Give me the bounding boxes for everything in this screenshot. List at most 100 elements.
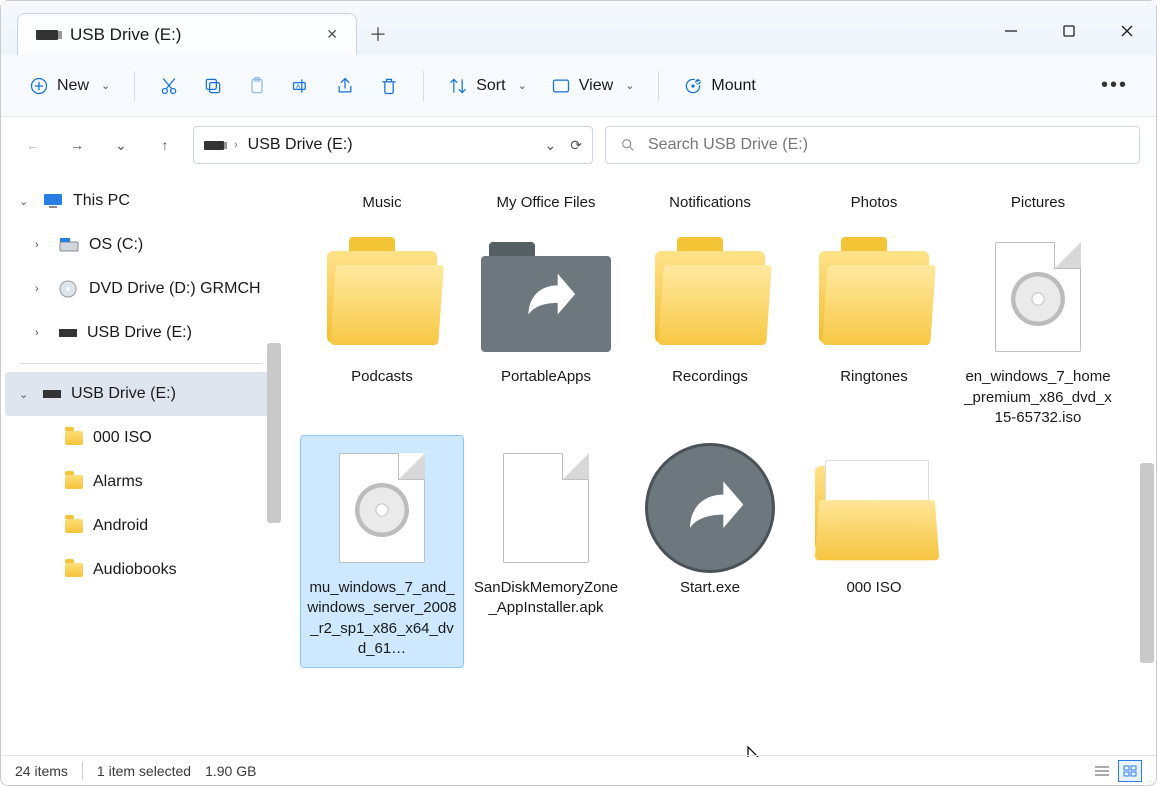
item-label: 000 ISO (846, 578, 901, 598)
tree-alarms[interactable]: Alarms (5, 460, 277, 504)
tree-os-c[interactable]: › OS (C:) (5, 223, 277, 267)
content: Music My Office Files Notifications Phot… (281, 173, 1156, 757)
item-sandisk-apk[interactable]: SanDiskMemoryZone_AppInstaller.apk (465, 436, 627, 667)
folder-icon (65, 519, 83, 533)
tree-audiobooks[interactable]: Audiobooks (5, 548, 277, 592)
rename-button[interactable]: A (281, 66, 321, 106)
tree-label: 000 ISO (93, 429, 152, 447)
more-button[interactable]: ••• (1091, 66, 1138, 106)
minimize-button[interactable] (982, 7, 1040, 55)
sidebar: ⌄ This PC › OS (C:) › DVD Drive (D:) GRM… (1, 173, 281, 757)
drive-icon (59, 237, 79, 253)
item-notifications[interactable]: Notifications (629, 173, 791, 221)
close-button[interactable] (1098, 7, 1156, 55)
tree-label: OS (C:) (89, 236, 143, 254)
new-tab-button[interactable]: ＋ (357, 13, 399, 55)
folder-icon (819, 251, 929, 343)
folder-icon (65, 431, 83, 445)
search-placeholder: Search USB Drive (E:) (648, 136, 808, 154)
close-tab-icon[interactable]: ✕ (326, 26, 338, 43)
item-000iso-folder[interactable]: 000 ISO (793, 436, 955, 667)
usb-icon (43, 390, 61, 398)
item-label: Music (362, 193, 401, 213)
sort-label: Sort (476, 77, 505, 95)
chevron-down-icon: ⌄ (19, 388, 33, 401)
chevron-down-icon: ⌄ (625, 79, 634, 92)
tree-android[interactable]: Android (5, 504, 277, 548)
item-podcasts[interactable]: Podcasts (301, 225, 463, 436)
item-mu-windows-iso[interactable]: mu_windows_7_and_windows_server_2008_r2_… (301, 436, 463, 667)
sidebar-scrollbar[interactable] (267, 343, 281, 523)
tree-label: Android (93, 517, 148, 535)
cut-button[interactable] (149, 66, 189, 106)
tree-label: USB Drive (E:) (87, 324, 192, 342)
titlebar: USB Drive (E:) ✕ ＋ (1, 1, 1156, 55)
new-button[interactable]: New ⌄ (19, 66, 120, 106)
search-icon (620, 137, 636, 153)
chevron-right-icon: › (35, 239, 49, 251)
tree-this-pc[interactable]: ⌄ This PC (5, 179, 277, 223)
chevron-down-icon: ⌄ (101, 79, 110, 92)
item-pictures[interactable]: Pictures (957, 173, 1119, 221)
maximize-button[interactable] (1040, 7, 1098, 55)
folder-icon (327, 251, 437, 343)
item-recordings[interactable]: Recordings (629, 225, 791, 436)
separator (134, 71, 135, 101)
item-ringtones[interactable]: Ringtones (793, 225, 955, 436)
content-scrollbar[interactable] (1140, 463, 1154, 663)
back-button[interactable]: ← (17, 129, 49, 161)
chevron-right-icon: › (35, 283, 49, 295)
view-button[interactable]: View ⌄ (541, 66, 645, 106)
paste-button[interactable] (237, 66, 277, 106)
delete-button[interactable] (369, 66, 409, 106)
tree-label: Alarms (93, 473, 143, 491)
exe-icon (645, 443, 775, 573)
forward-button[interactable]: → (61, 129, 93, 161)
item-label: Notifications (669, 193, 751, 213)
item-label: Podcasts (351, 367, 413, 387)
address-path: USB Drive (E:) (248, 136, 353, 154)
item-office[interactable]: My Office Files (465, 173, 627, 221)
refresh-icon[interactable]: ⟳ (570, 137, 582, 154)
item-photos[interactable]: Photos (793, 173, 955, 221)
new-label: New (57, 77, 89, 95)
tree-usb[interactable]: › USB Drive (E:) (5, 311, 277, 355)
item-label: Recordings (672, 367, 748, 387)
chevron-down-icon: ⌄ (518, 79, 527, 92)
item-portableapps[interactable]: PortableApps (465, 225, 627, 436)
chevron-down-icon[interactable]: ⌄ (545, 137, 557, 154)
copy-button[interactable] (193, 66, 233, 106)
separator (82, 762, 83, 780)
recent-button[interactable]: ⌄ (105, 129, 137, 161)
item-start-exe[interactable]: Start.exe (629, 436, 791, 667)
toolbar: New ⌄ A Sort ⌄ View ⌄ Mount ••• (1, 55, 1156, 117)
up-button[interactable]: ↑ (149, 129, 181, 161)
body: ⌄ This PC › OS (C:) › DVD Drive (D:) GRM… (1, 173, 1156, 757)
item-label: mu_windows_7_and_windows_server_2008_r2_… (307, 578, 457, 659)
item-win7-iso[interactable]: en_windows_7_home_premium_x86_dvd_x15-65… (957, 225, 1119, 436)
window-tab[interactable]: USB Drive (E:) ✕ (17, 13, 357, 55)
usb-icon (59, 329, 77, 337)
statusbar: 24 items 1 item selected 1.90 GB (1, 755, 1156, 785)
item-music[interactable]: Music (301, 173, 463, 221)
file-icon (503, 453, 589, 563)
tree-label: Audiobooks (93, 561, 177, 579)
separator (658, 71, 659, 101)
usb-icon (36, 30, 58, 40)
folder-icon (65, 563, 83, 577)
status-count: 24 items (15, 763, 68, 779)
icons-view-button[interactable] (1118, 760, 1142, 782)
tree-dvd[interactable]: › DVD Drive (D:) GRMCH (5, 267, 277, 311)
details-view-button[interactable] (1090, 760, 1114, 782)
search-input[interactable]: Search USB Drive (E:) (605, 126, 1140, 164)
separator (423, 71, 424, 101)
sort-button[interactable]: Sort ⌄ (438, 66, 537, 106)
mount-button[interactable]: Mount (673, 66, 765, 106)
item-label: Photos (851, 193, 898, 213)
tree-usb-current[interactable]: ⌄ USB Drive (E:) (5, 372, 277, 416)
tree-000iso[interactable]: 000 ISO (5, 416, 277, 460)
tree-label: DVD Drive (D:) GRMCH (89, 280, 261, 298)
share-button[interactable] (325, 66, 365, 106)
address-bar[interactable]: › USB Drive (E:) ⌄ ⟳ (193, 126, 593, 164)
divider (19, 363, 263, 364)
